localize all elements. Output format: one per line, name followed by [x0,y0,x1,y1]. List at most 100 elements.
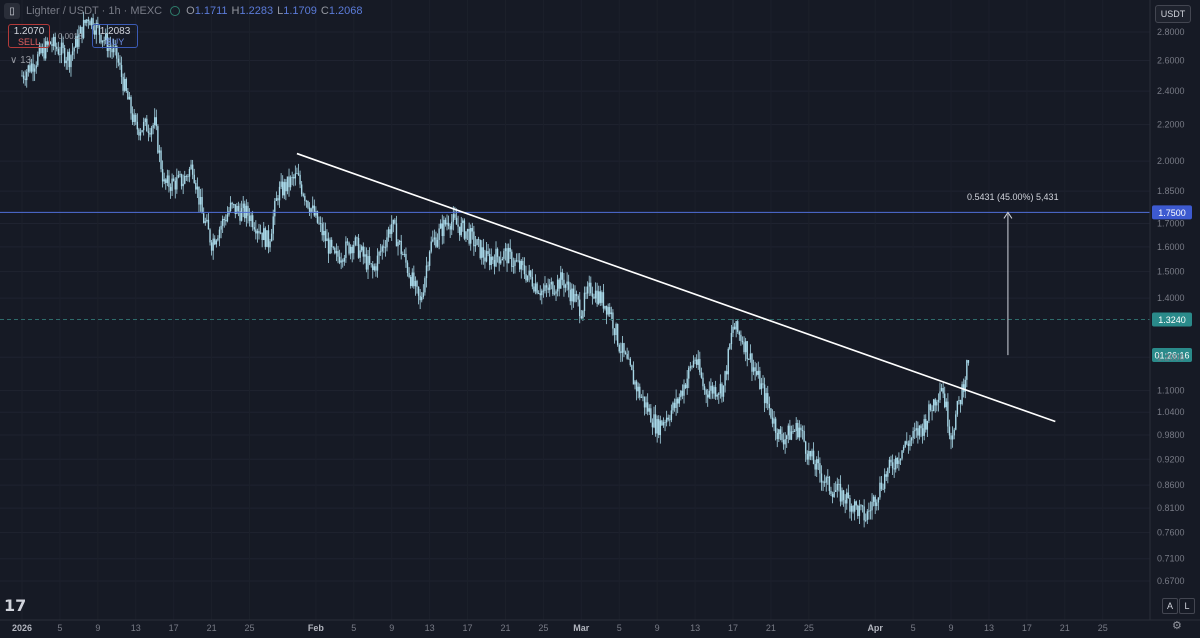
candle-body [722,385,725,397]
candle-body [342,260,344,262]
candlestick-series[interactable] [21,11,970,528]
sell-button[interactable]: 1.2070 SELL [8,24,50,48]
candle-body [639,386,641,398]
candle-body [902,446,905,451]
candle-body [966,360,968,380]
candle-body [789,425,791,440]
candle-body [560,272,562,289]
candle-body [773,418,775,424]
candle-body [688,367,690,379]
candle-body [613,328,616,336]
candle-body [857,505,859,517]
candle-body [793,431,796,432]
candle-body [172,178,175,181]
candle-body [760,383,763,390]
currency-selector[interactable]: USDT [1155,5,1191,23]
candle-body [634,381,636,385]
time-tick-label: 13 [131,623,141,633]
candle-body [831,493,834,497]
tradingview-logo-icon[interactable]: 17 [4,596,26,615]
candle-body [169,187,172,191]
candle-body [136,121,139,130]
candle-body [288,176,290,188]
candle-body [389,229,391,234]
auto-scale-button[interactable]: A [1162,598,1178,614]
log-scale-button[interactable]: L [1179,598,1195,614]
candle-body [877,497,880,503]
time-axis[interactable]: 2026 5 9 13 17 21 25 Feb 5 9 13 17 21 25 Mar 5 9 13 17 21 25… [0,619,1200,633]
candle-body [282,181,284,196]
buy-label: BUY [105,37,125,47]
candle-body [879,482,881,498]
time-tick-label: Mar [573,623,590,633]
indicators-toggle[interactable]: ∨ 13 [10,55,31,66]
time-tick-label: 9 [95,623,100,633]
candle-body [959,400,962,405]
buy-button[interactable]: 1.2083 BUY [92,24,138,48]
candle-body [853,501,856,512]
candle-body [882,488,884,490]
candle-body [409,277,412,286]
candle-body [748,359,750,360]
candle-body [470,228,472,244]
candle-body [157,126,159,153]
candle-body [330,239,333,247]
candle-body [798,427,801,438]
candle-body [774,418,777,433]
candle-body [582,310,584,319]
candle-body [349,246,352,254]
close-value: C1.2068 [321,5,363,17]
candle-body [71,51,74,56]
candle-body [411,272,413,286]
time-tick-label: 25 [1098,623,1108,633]
candle-body [414,280,417,287]
candle-body [526,275,529,281]
candle-body [567,281,570,290]
candle-body [648,408,650,412]
candle-body [956,400,959,415]
candle-body [590,282,592,294]
candle-body [594,290,597,299]
candle-body [289,177,292,188]
candle-body [451,221,453,230]
candle-body [416,280,418,287]
candle-body [628,358,630,360]
candle-body [702,377,704,387]
candle-body [695,359,698,365]
low-number: 1.1709 [283,5,317,17]
candle-body [329,239,331,254]
candle-body [604,305,606,309]
candle-body [54,36,56,47]
candle-body [542,290,545,292]
candle-body [435,237,437,247]
candle-body [261,232,263,241]
candle-body [841,490,843,502]
candle-body [790,431,793,440]
time-tick-label: 21 [766,623,776,633]
candle-body [503,251,505,259]
candle-body [575,293,578,296]
candle-body [618,344,620,352]
candle-body [274,200,276,217]
candle-body [144,118,146,123]
candle-body [335,251,338,254]
symbol-title[interactable]: Lighter / USDT · 1h · MEXC [26,5,162,17]
time-tick-label: 5 [617,623,622,633]
candle-body [700,372,703,378]
time-tick-label: 9 [949,623,954,633]
candle-body [730,332,733,345]
candle-body [384,247,387,249]
candle-body [474,245,477,247]
candle-body [27,65,30,72]
candle-body [915,428,917,431]
candle-body [458,226,461,236]
price-chart[interactable]: 1.75001.324001:26:16 2.80002.60002.40002… [0,0,1200,638]
candle-body [419,295,421,301]
candle-body [836,483,838,491]
candle-body [588,282,590,287]
candle-body [204,221,206,223]
candle-body [35,65,37,69]
candle-body [519,260,521,270]
gear-icon[interactable]: ⚙ [1172,619,1182,632]
price-axis[interactable]: 2.8000 2.6000 2.4000 2.2000 2.0000 1.8500 1.70… [1149,0,1185,620]
